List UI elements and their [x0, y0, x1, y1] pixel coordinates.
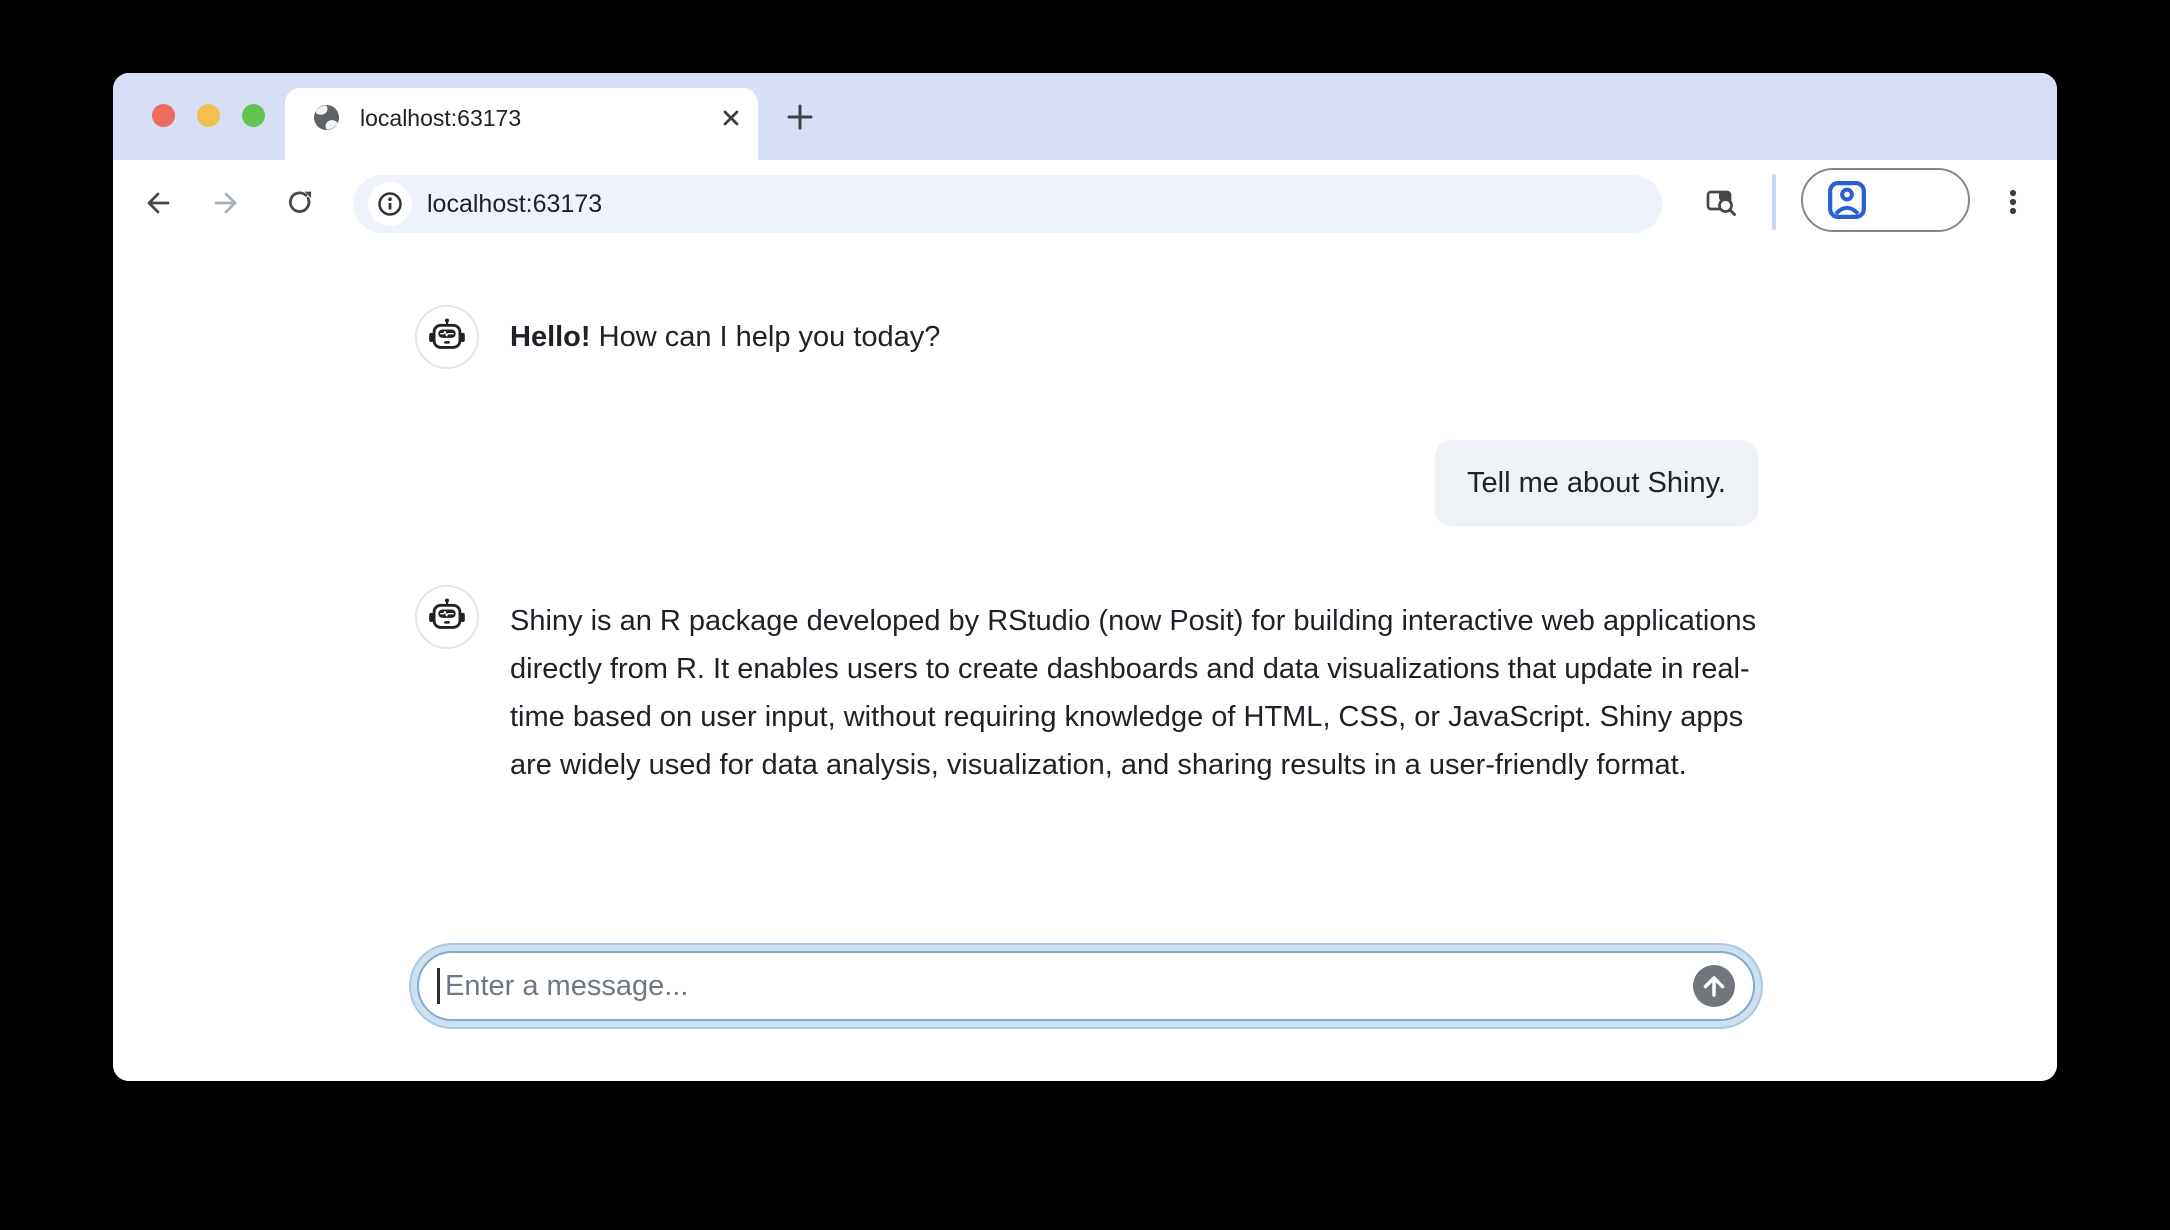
- site-info-icon[interactable]: [368, 182, 412, 226]
- browser-toolbar: localhost:63173: [113, 160, 2057, 247]
- menu-icon[interactable]: [1997, 186, 2029, 218]
- address-bar[interactable]: localhost:63173: [353, 175, 1662, 233]
- profile-button[interactable]: [1801, 168, 1970, 232]
- message-input[interactable]: [417, 951, 1755, 1021]
- new-tab-button[interactable]: [784, 101, 816, 133]
- bot-avatar: [415, 585, 479, 649]
- close-tab-icon[interactable]: [715, 102, 747, 134]
- forward-icon[interactable]: [211, 187, 243, 219]
- chat-page: Hello! How can I help you today? Tell me…: [113, 245, 2057, 1081]
- profile-avatar-icon: [1827, 180, 1867, 220]
- browser-window: localhost:63173: [113, 73, 2057, 1081]
- tab-strip: localhost:63173: [113, 73, 2057, 160]
- bot-avatar: [415, 305, 479, 369]
- tab-search-icon[interactable]: [1704, 185, 1738, 219]
- toolbar-divider: [1772, 174, 1776, 230]
- robot-icon: [427, 597, 467, 637]
- tab-title: localhost:63173: [360, 88, 521, 148]
- assistant-message: Shiny is an R package developed by RStud…: [510, 597, 1760, 789]
- back-icon[interactable]: [141, 187, 173, 219]
- text-cursor: [437, 968, 440, 1004]
- close-window-button[interactable]: [152, 104, 175, 127]
- browser-tab[interactable]: localhost:63173: [285, 88, 758, 160]
- assistant-message-text: How can I help you today?: [591, 321, 941, 353]
- minimize-window-button[interactable]: [197, 104, 220, 127]
- zoom-window-button[interactable]: [242, 104, 265, 127]
- url-text: localhost:63173: [427, 175, 602, 233]
- reload-icon[interactable]: [284, 187, 316, 219]
- arrow-up-icon: [1693, 965, 1735, 1007]
- user-message: Tell me about Shiny.: [1435, 440, 1758, 526]
- assistant-message: Hello! How can I help you today?: [510, 313, 1760, 361]
- robot-icon: [427, 317, 467, 357]
- chat-input-row: [417, 951, 1755, 1021]
- globe-favicon-icon: [313, 104, 340, 131]
- assistant-message-bold: Hello!: [510, 321, 591, 353]
- send-button[interactable]: [1693, 965, 1735, 1007]
